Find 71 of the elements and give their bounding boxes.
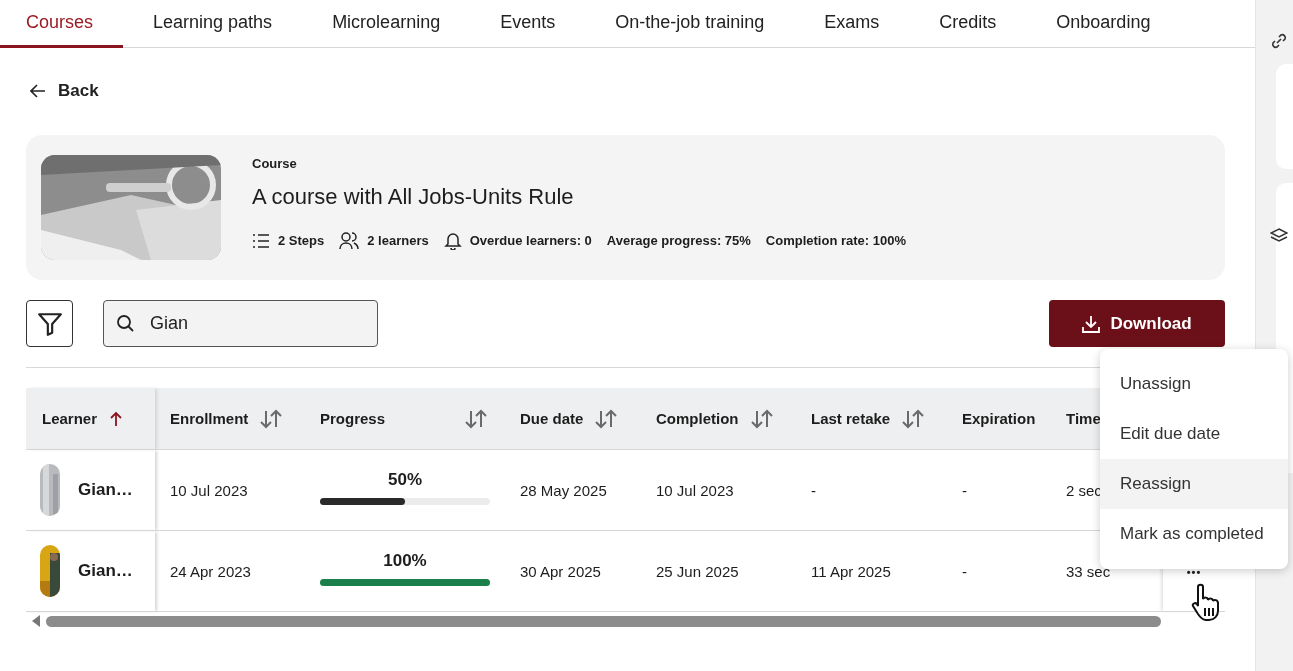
- column-header-cell[interactable]: Completion: [641, 388, 796, 450]
- bell-icon: [443, 231, 462, 250]
- sort-icon[interactable]: [902, 408, 925, 429]
- table-cell: 30 Apr 2025: [520, 562, 601, 580]
- column-header-label: Expiration: [962, 410, 1036, 427]
- link-icon[interactable]: [1270, 32, 1288, 50]
- tab[interactable]: Onboarding: [1026, 0, 1181, 48]
- layers-icon[interactable]: [1270, 227, 1288, 245]
- menu-item[interactable]: Mark as completed: [1100, 509, 1288, 559]
- list-icon: [252, 233, 270, 248]
- back-link[interactable]: Back: [30, 81, 1225, 101]
- filter-icon: [36, 310, 63, 337]
- filter-button[interactable]: [26, 300, 73, 347]
- course-type: Course: [252, 156, 298, 171]
- arrow-left-icon: [30, 84, 46, 98]
- tab[interactable]: Exams: [794, 0, 910, 48]
- sort-icon[interactable]: [465, 408, 487, 429]
- menu-item[interactable]: Edit due date: [1100, 409, 1288, 459]
- course-stat: 2 Steps: [278, 233, 325, 248]
- scrollbar-thumb[interactable]: [46, 615, 1161, 627]
- table-cell: -: [962, 481, 967, 499]
- course-title: A course with All Jobs-Units Rule: [252, 184, 575, 210]
- tab[interactable]: Events: [470, 0, 586, 48]
- table-cell: -: [811, 481, 816, 499]
- table-cell: 2 sec: [1066, 481, 1102, 499]
- table-cell: 10 Jul 2023: [656, 481, 734, 499]
- table-cell: 24 Apr 2023: [170, 562, 251, 580]
- column-header-cell[interactable]: Progress: [305, 388, 505, 450]
- column-header-label: Time: [1066, 410, 1101, 427]
- menu-item[interactable]: Unassign: [1100, 359, 1288, 409]
- users-icon: [339, 231, 360, 250]
- course-stat: Completion rate: 100%: [765, 233, 906, 248]
- course-stat: Overdue learners: 0: [469, 233, 592, 248]
- table-cell: 25 Jun 2025: [656, 562, 739, 580]
- progress-percent: 50%: [388, 469, 422, 490]
- column-header-label: Due date: [520, 410, 584, 427]
- table-cell: 11 Apr 2025: [811, 562, 891, 580]
- more-button[interactable]: •••: [1186, 566, 1202, 578]
- search-icon: [116, 314, 134, 332]
- sort-icon[interactable]: [750, 408, 773, 429]
- tab[interactable]: On-the-job training: [585, 0, 795, 48]
- column-header-cell[interactable]: Enrollment: [155, 388, 305, 450]
- download-button[interactable]: Download: [1049, 300, 1225, 347]
- table-cell: 33 sec: [1066, 562, 1111, 580]
- column-header-cell[interactable]: Learner: [26, 388, 155, 450]
- column-header-cell[interactable]: Last retake: [796, 388, 947, 450]
- tab[interactable]: Courses: [0, 0, 124, 48]
- column-header-label: Last retake: [811, 410, 891, 427]
- course-stat: 2 learners: [367, 233, 429, 248]
- column-header-label: Enrollment: [170, 410, 249, 427]
- table-cell: 10 Jul 2023: [170, 481, 248, 499]
- sort-icon[interactable]: [260, 408, 283, 429]
- column-header-cell[interactable]: Due date: [505, 388, 641, 450]
- column-header-label: Progress: [320, 410, 386, 427]
- table-cell: -: [962, 562, 967, 580]
- download-icon: [1082, 314, 1101, 333]
- progress-percent: 100%: [383, 550, 427, 571]
- scroll-left-icon[interactable]: [32, 615, 40, 627]
- menu-item[interactable]: Reassign: [1100, 459, 1288, 509]
- table-cell: 28 May 2025: [520, 481, 607, 499]
- learner-name[interactable]: Gian…: [78, 561, 133, 581]
- tab[interactable]: Microlearning: [302, 0, 471, 48]
- tab[interactable]: Credits: [909, 0, 1027, 48]
- sort-icon[interactable]: [595, 408, 618, 429]
- tab[interactable]: Learning paths: [123, 0, 303, 48]
- sort-ascending-icon[interactable]: [109, 410, 124, 427]
- column-header-label: Learner: [42, 410, 98, 427]
- search-field[interactable]: Gian: [103, 300, 378, 347]
- course-stat: Average progress: 75%: [606, 233, 751, 248]
- column-header-label: Completion: [656, 410, 739, 427]
- learner-name[interactable]: Gian…: [78, 480, 133, 500]
